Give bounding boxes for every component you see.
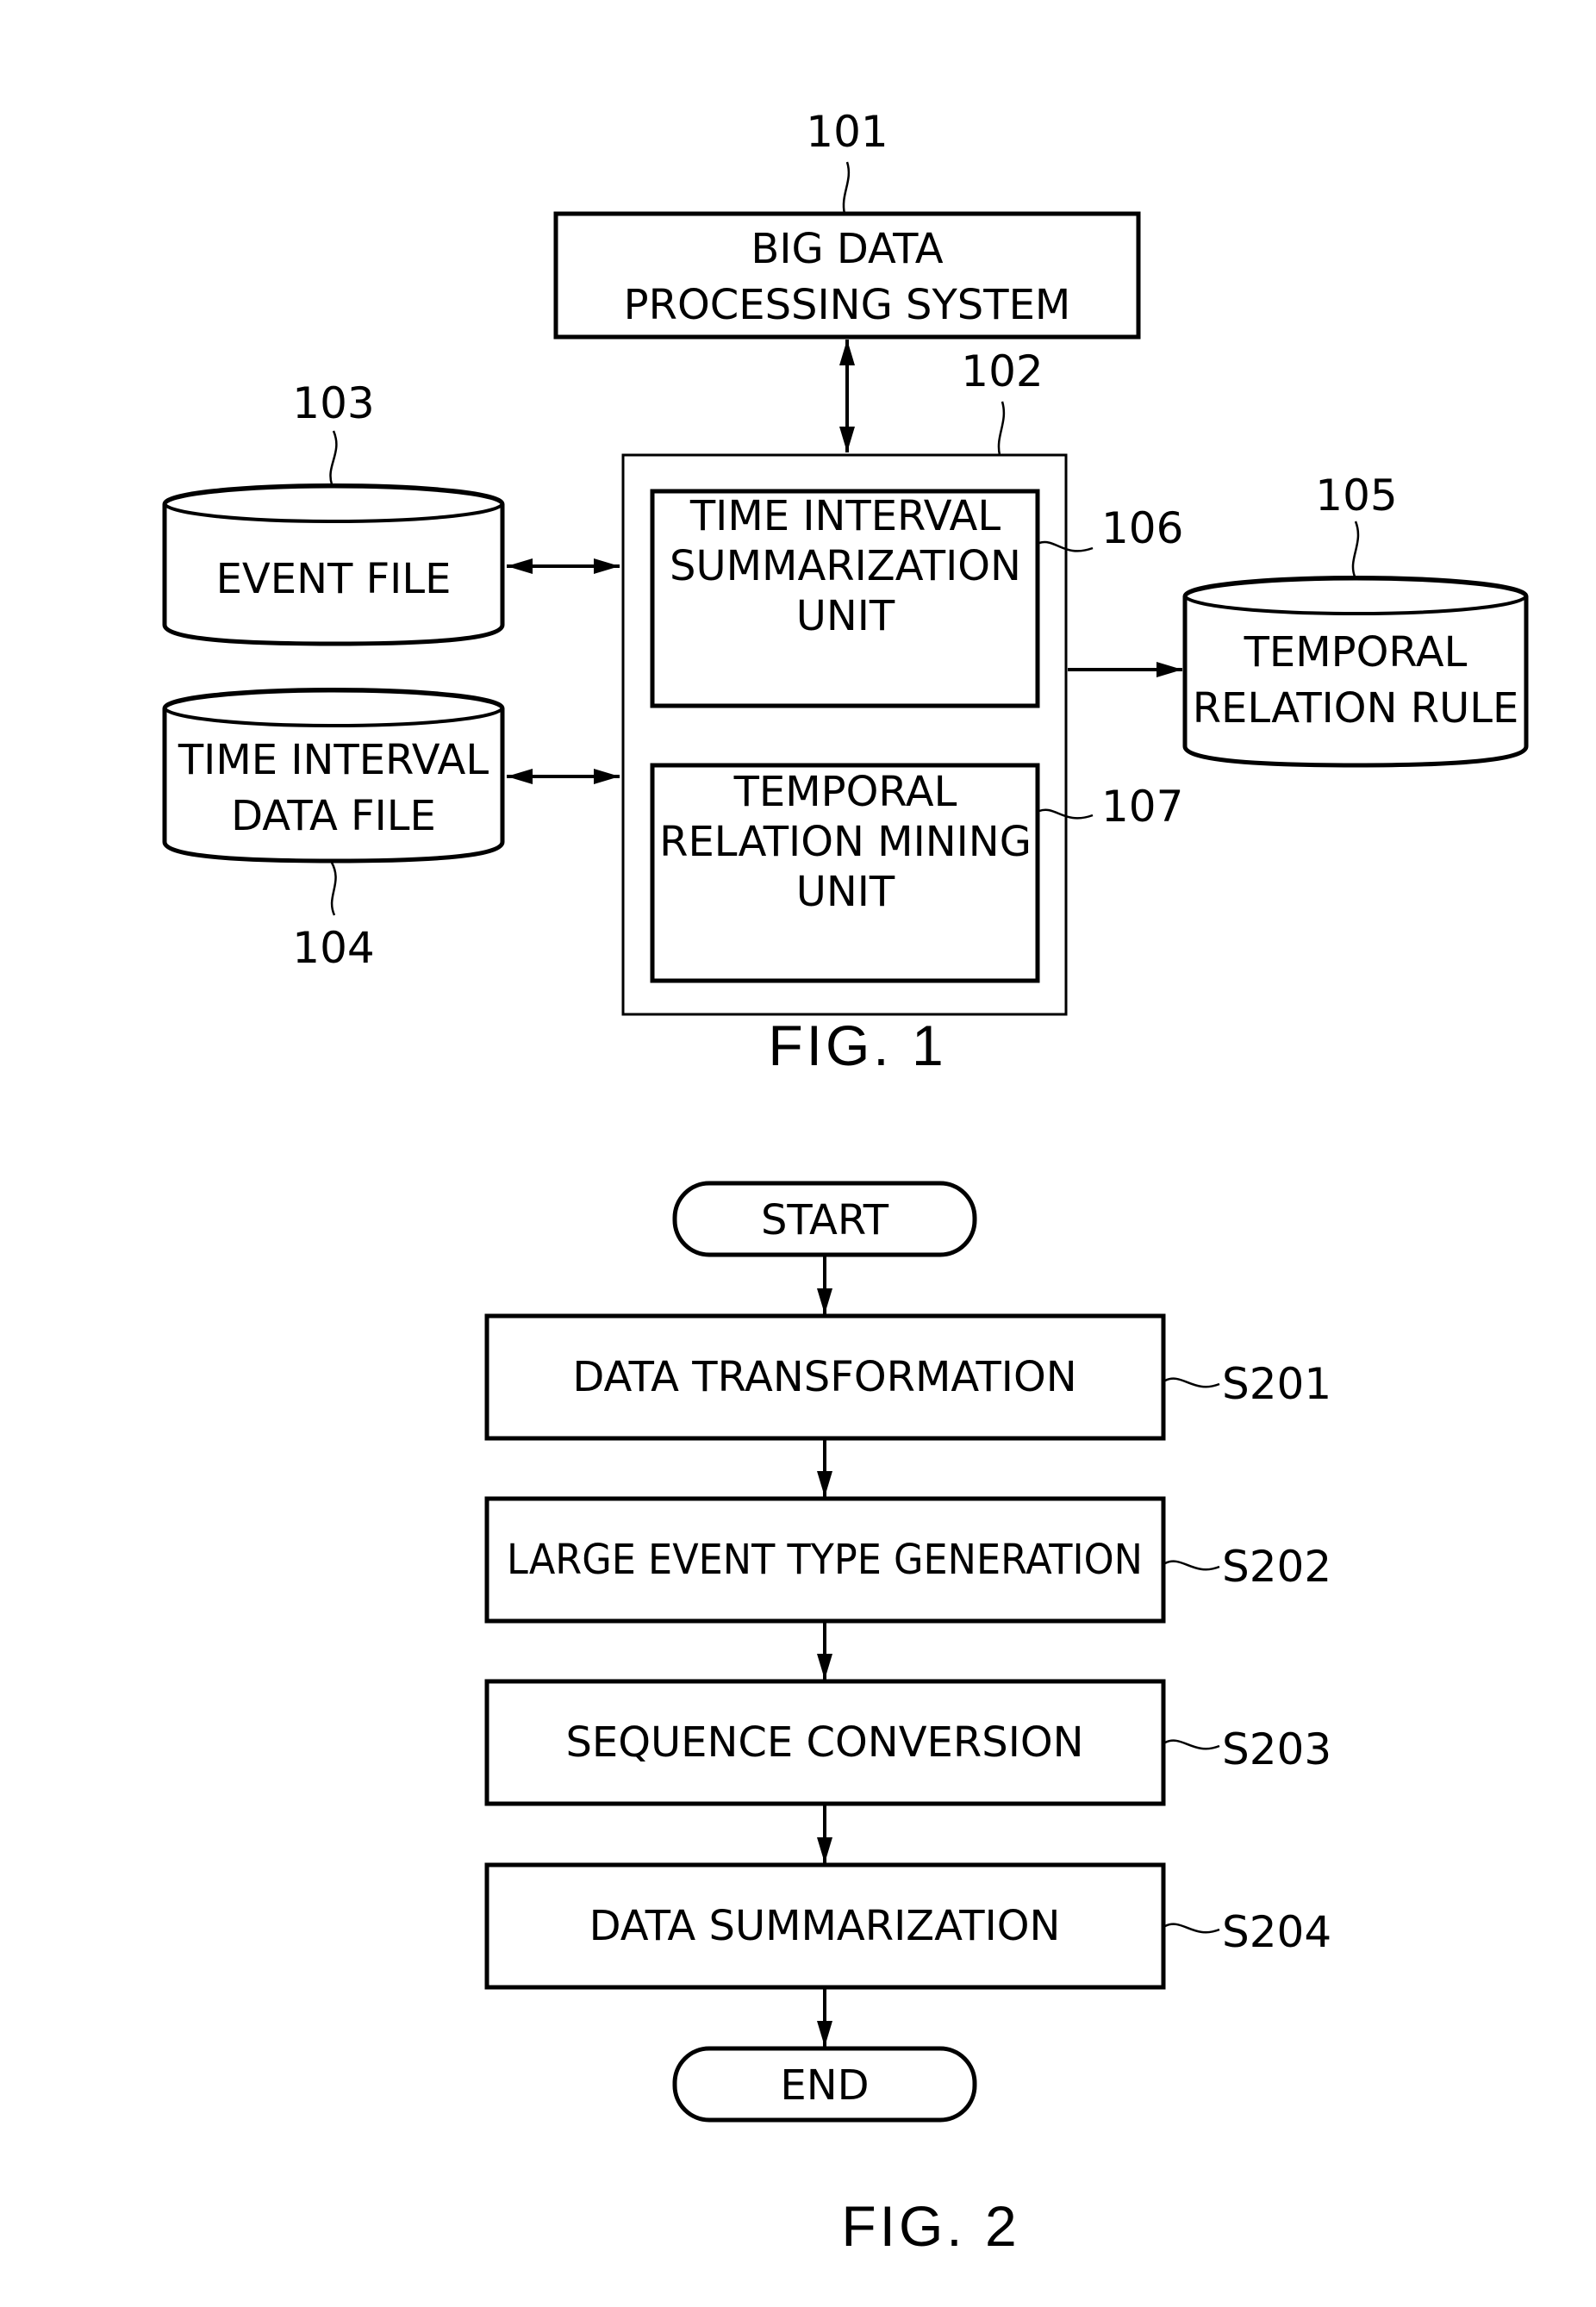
event-file-database: 103 EVENT FILE [162, 378, 505, 646]
leader-line-s201 [1164, 1377, 1220, 1388]
ref-label-103: 103 [292, 378, 374, 428]
ref-label-s204: S204 [1222, 1907, 1331, 1957]
big-data-system-line-2: PROCESSING SYSTEM [624, 281, 1071, 329]
ref-label-s201: S201 [1222, 1359, 1331, 1409]
event-file-label: EVENT FILE [216, 555, 452, 603]
time-interval-file-line-2: DATA FILE [231, 792, 436, 840]
rule-line-1: TEMPORAL [1244, 628, 1468, 677]
figure-1: 101 BIG DATA PROCESSING SYSTEM 102 TIME … [162, 107, 1529, 1077]
summarization-unit-line-1: TIME INTERVAL [689, 492, 1001, 540]
leader-line-102 [997, 401, 1006, 456]
step-label-s201: DATA TRANSFORMATION [572, 1353, 1076, 1401]
ref-label-107: 107 [1101, 782, 1183, 832]
ref-label-s202: S202 [1222, 1542, 1331, 1592]
leader-line-101 [842, 161, 851, 215]
patent-drawing-sheet: 101 BIG DATA PROCESSING SYSTEM 102 TIME … [162, 107, 1529, 2258]
leader-line-s202 [1164, 1560, 1220, 1571]
summarization-unit-line-3: UNIT [796, 592, 895, 640]
leader-line-103 [329, 430, 338, 485]
ref-label-104: 104 [292, 923, 374, 973]
end-label: END [780, 2061, 869, 2110]
temporal-relation-rule-database: 105 TEMPORAL RELATION RULE [1182, 471, 1529, 768]
step-label-s203: SEQUENCE CONVERSION [565, 1718, 1083, 1767]
leader-line-104 [330, 862, 337, 916]
ref-label-s203: S203 [1222, 1724, 1331, 1774]
leader-line-105 [1351, 521, 1360, 577]
ref-label-105: 105 [1315, 471, 1397, 521]
processing-unit-block: 102 TIME INTERVAL SUMMARIZATION UNIT TEM… [621, 346, 1068, 1016]
mining-unit-line-3: UNIT [796, 868, 895, 916]
figure-2-flowchart: START DATA TRANSFORMATION S201 LARGE EVE… [484, 1181, 1331, 2258]
mining-unit-line-2: RELATION MINING [659, 818, 1032, 866]
leader-line-s203 [1164, 1739, 1220, 1750]
step-label-s204: DATA SUMMARIZATION [589, 1902, 1061, 1950]
big-data-system-line-1: BIG DATA [751, 225, 943, 273]
leader-line-s204 [1164, 1923, 1220, 1934]
mining-unit-line-1: TEMPORAL [733, 768, 957, 816]
big-data-processing-system-block: 101 BIG DATA PROCESSING SYSTEM [553, 107, 1141, 340]
rule-line-2: RELATION RULE [1193, 684, 1519, 733]
figure-2-caption: FIG. 2 [841, 2194, 1019, 2258]
ref-label-101: 101 [806, 107, 888, 157]
ref-label-102: 102 [961, 346, 1043, 396]
rule-cylinder-body [1182, 596, 1529, 768]
start-label: START [761, 1196, 889, 1244]
step-label-s202: LARGE EVENT TYPE GENERATION [507, 1536, 1143, 1584]
time-interval-data-file-database: TIME INTERVAL DATA FILE 104 [162, 688, 505, 973]
figure-1-caption: FIG. 1 [768, 1013, 946, 1077]
time-interval-file-line-1: TIME INTERVAL [178, 736, 489, 784]
summarization-unit-line-2: SUMMARIZATION [670, 542, 1021, 590]
ref-label-106: 106 [1101, 503, 1183, 553]
